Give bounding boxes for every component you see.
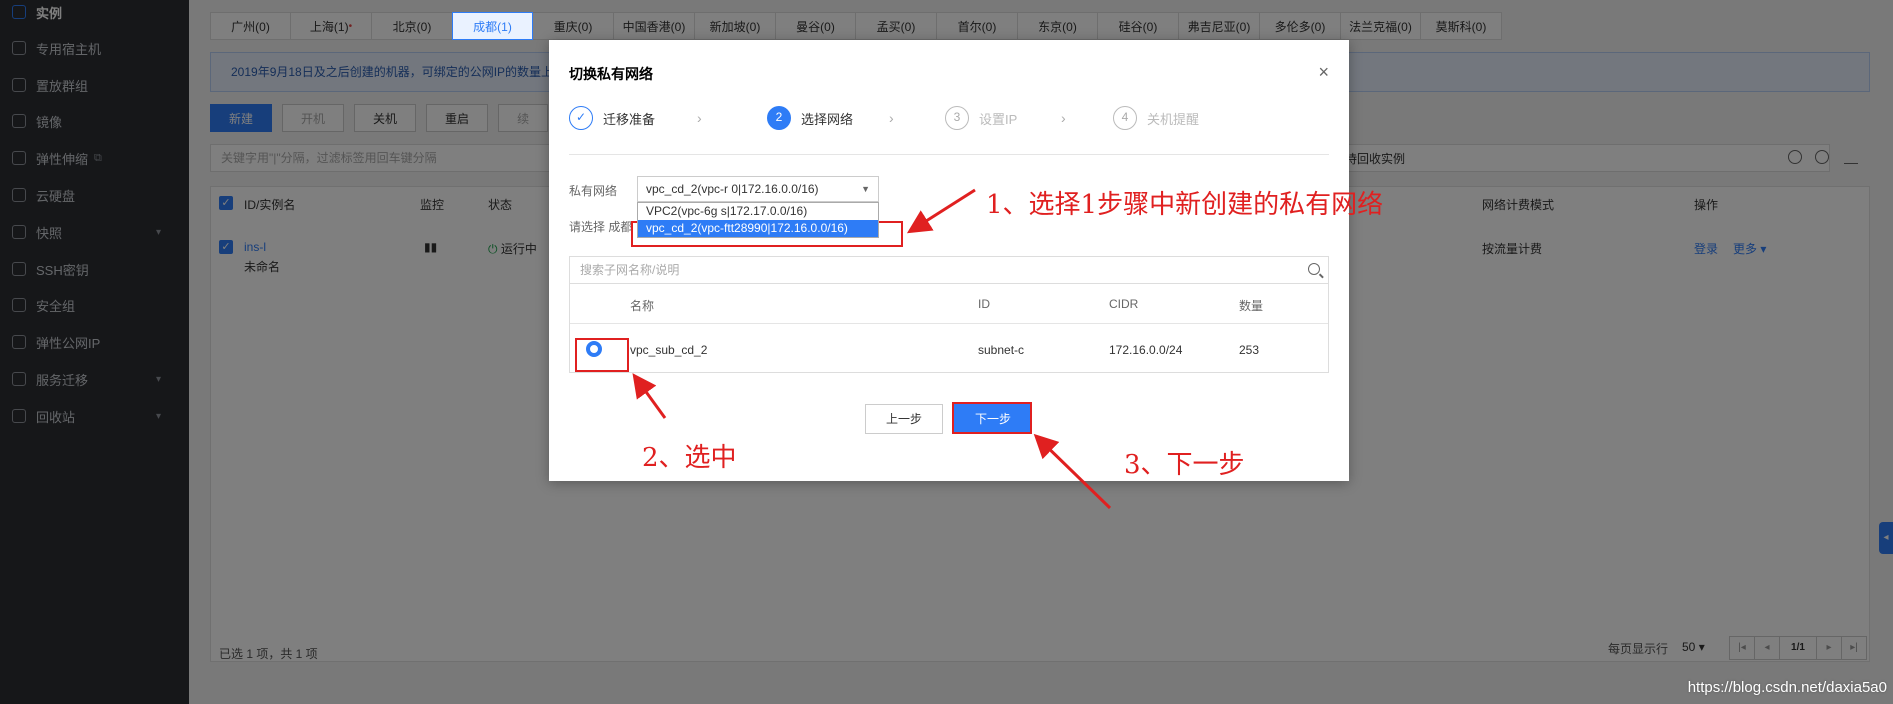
- annotation-step-1: 1、选择1步骤中新创建的私有网络: [986, 190, 1384, 220]
- arrow-3: [1033, 433, 1112, 510]
- vpc-option[interactable]: VPC2(vpc-6g s|172.17.0.0/16): [638, 203, 878, 220]
- vpc-option[interactable]: vpc_cd_2(vpc-ftt28990|172.16.0.0/16): [638, 220, 878, 237]
- annotation-step-3: 3、下一步: [1124, 450, 1245, 480]
- region-tab-label: 成都(1): [473, 20, 512, 34]
- vpc-dropdown-list: VPC2(vpc-6g s|172.17.0.0/16) vpc_cd_2(vpc…: [637, 202, 879, 238]
- annotation-arrows: [632, 188, 1112, 510]
- annotation-step-2: 2、选中: [642, 443, 737, 473]
- region-tab[interactable]: 成都(1): [452, 12, 533, 40]
- arrow-1: [906, 188, 976, 234]
- arrow-2: [632, 373, 667, 419]
